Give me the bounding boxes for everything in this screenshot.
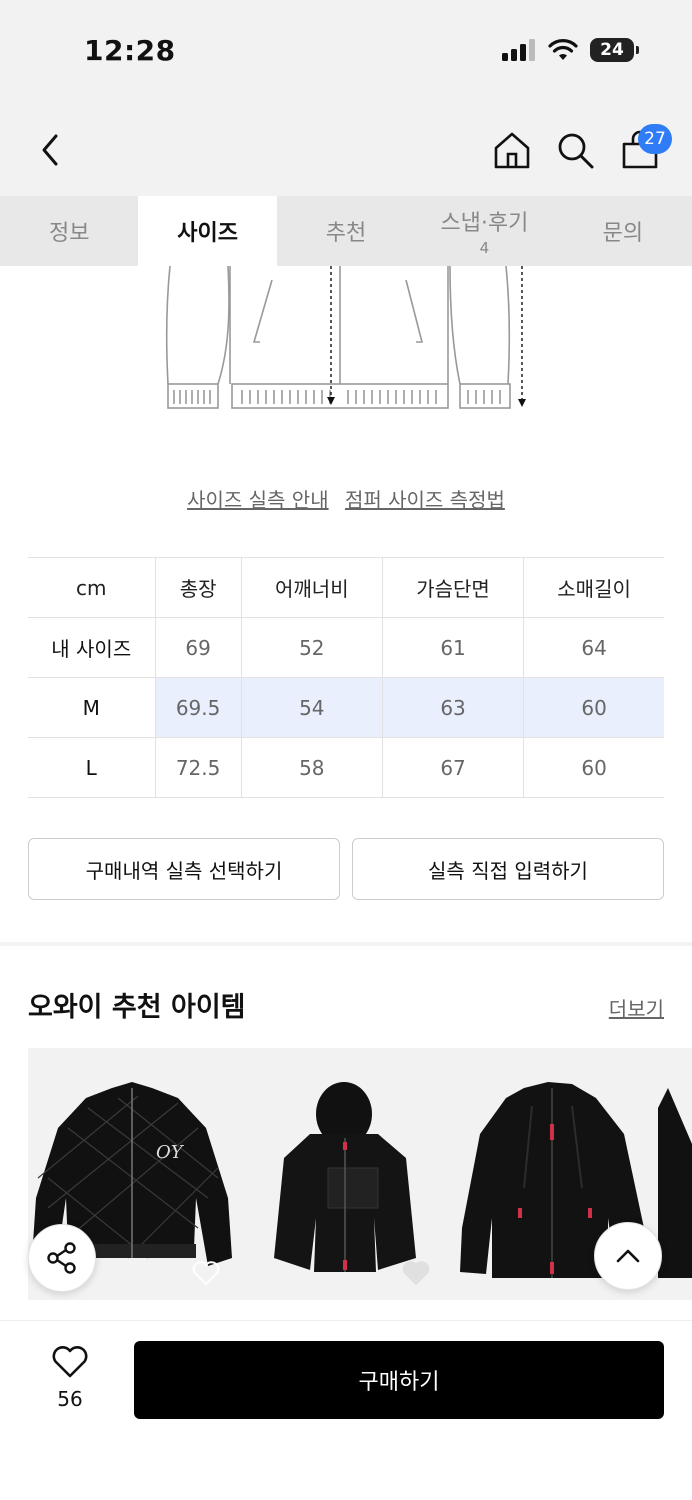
column-header: 총장 — [154, 557, 242, 618]
column-header: 소매길이 — [523, 557, 664, 618]
tab-label: 문의 — [602, 221, 644, 246]
svg-text:OY: OY — [156, 1142, 185, 1163]
see-more-link[interactable]: 더보기 — [609, 993, 664, 1022]
top-nav — [0, 100, 692, 196]
heart-outline-icon[interactable] — [192, 1260, 220, 1286]
buy-button[interactable]: 구매하기 — [134, 1341, 664, 1419]
status-time: 12:28 — [84, 34, 176, 67]
like-button[interactable]: 56 — [40, 1345, 100, 1411]
cart-count-badge: 27 — [638, 124, 672, 154]
column-header: 가슴단면 — [381, 557, 525, 618]
tab-label: 정보 — [48, 221, 90, 246]
bottom-action-bar: 56 구매하기 — [0, 1320, 692, 1500]
measure-method-link[interactable]: 점퍼 사이즈 측정법 — [345, 488, 505, 512]
wifi-icon — [548, 39, 578, 60]
heart-icon — [52, 1346, 88, 1378]
column-header: 어깨너비 — [240, 557, 383, 618]
table-cell: 61 — [381, 617, 525, 678]
cellular-signal-icon — [502, 39, 535, 61]
tab-label: 스냅·후기 — [440, 211, 529, 236]
heart-filled-icon[interactable] — [402, 1260, 430, 1286]
tab-label: 추천 — [325, 221, 367, 246]
section-divider — [0, 942, 692, 946]
product-card[interactable] — [238, 1048, 448, 1300]
size-guide-links: 사이즈 실측 안내 점퍼 사이즈 측정법 — [0, 484, 692, 513]
scroll-to-top-button[interactable] — [594, 1222, 662, 1290]
purchase-history-measure-button[interactable]: 구매내역 실측 선택하기 — [28, 838, 340, 900]
table-cell: 52 — [240, 617, 383, 678]
table-row: 내 사이즈 69 52 61 64 — [28, 617, 664, 678]
share-button[interactable] — [28, 1224, 96, 1292]
tab-info[interactable]: 정보 — [0, 196, 138, 266]
table-cell: 64 — [523, 617, 664, 678]
like-count: 56 — [57, 1387, 83, 1411]
table-cell: 60 — [523, 737, 664, 798]
product-card[interactable] — [658, 1048, 692, 1300]
dark-jacket-image — [658, 1088, 692, 1278]
table-cell: 54 — [240, 677, 383, 738]
row-label: M — [28, 677, 156, 738]
row-label: L — [28, 737, 156, 798]
share-icon — [47, 1242, 76, 1274]
table-cell: 69 — [154, 617, 242, 678]
chevron-up-icon — [616, 1249, 640, 1263]
search-icon[interactable] — [555, 130, 595, 170]
table-cell: 67 — [381, 737, 525, 798]
size-guide-link[interactable]: 사이즈 실측 안내 — [187, 488, 329, 512]
battery-indicator: 24 — [590, 38, 639, 62]
manual-measure-input-button[interactable]: 실측 직접 입력하기 — [352, 838, 664, 900]
table-cell: 58 — [240, 737, 383, 798]
size-table-header: cm 총장 어깨너비 가슴단면 소매길이 — [28, 557, 664, 618]
unit-header: cm — [28, 557, 156, 618]
review-count: 4 — [479, 239, 490, 257]
table-row-highlighted: M 69.5 54 63 60 — [28, 677, 664, 738]
jacket-measurement-illustration — [165, 266, 526, 409]
size-table: cm 총장 어깨너비 가슴단면 소매길이 내 사이즈 69 52 61 64 M… — [28, 557, 664, 798]
status-icons: 24 — [502, 38, 639, 62]
measure-buttons: 구매내역 실측 선택하기 실측 직접 입력하기 — [28, 838, 664, 900]
status-bar: 12:28 24 — [0, 0, 692, 100]
table-cell: 60 — [523, 677, 664, 738]
tab-inquiry[interactable]: 문의 — [554, 196, 692, 266]
recommend-section-title: 오와이 추천 아이템 — [28, 992, 246, 1023]
table-cell: 69.5 — [154, 677, 242, 738]
recommended-products-carousel[interactable]: OY — [28, 1048, 692, 1300]
tab-size[interactable]: 사이즈 — [138, 196, 277, 266]
table-row: L 72.5 58 67 60 — [28, 737, 664, 798]
table-cell: 63 — [381, 677, 525, 738]
back-arrow-icon[interactable] — [36, 130, 66, 170]
home-icon[interactable] — [492, 130, 532, 170]
tab-snap-review[interactable]: 스냅·후기 4 — [415, 196, 553, 266]
tab-recommend[interactable]: 추천 — [277, 196, 415, 266]
product-tabs: 정보 사이즈 추천 스냅·후기 4 문의 — [0, 196, 692, 266]
tab-label: 사이즈 — [177, 221, 238, 246]
row-label: 내 사이즈 — [28, 617, 156, 678]
table-cell: 72.5 — [154, 737, 242, 798]
